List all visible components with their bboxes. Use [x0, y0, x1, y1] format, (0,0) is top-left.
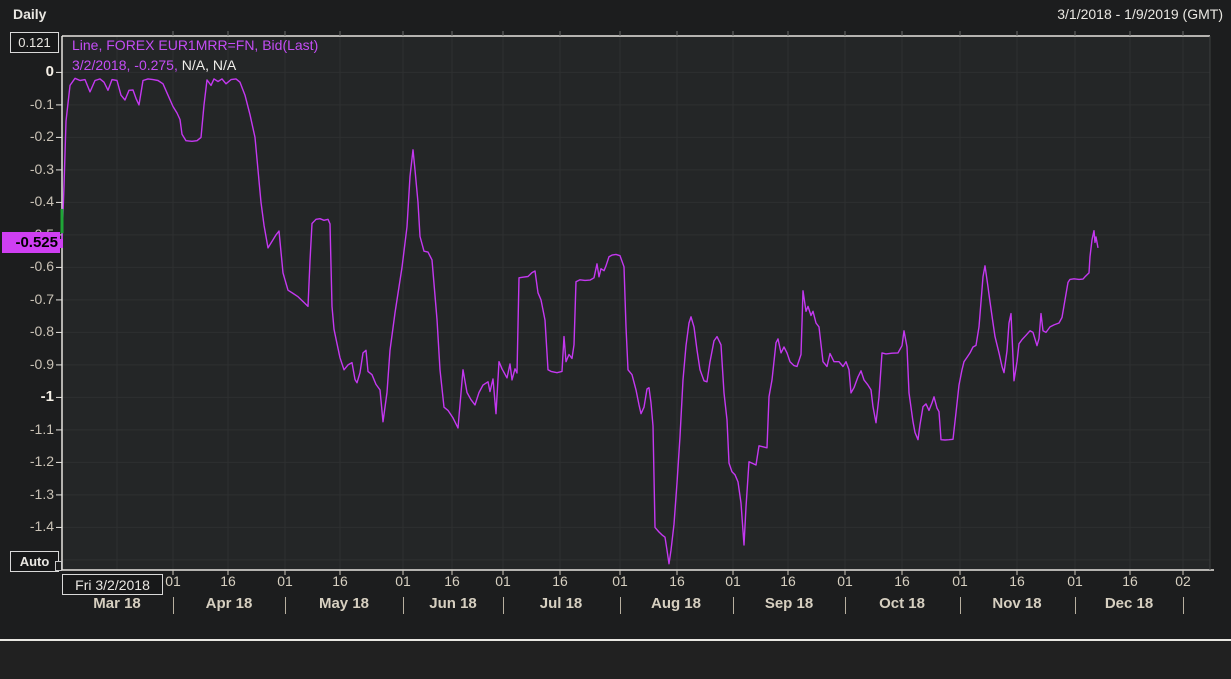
crosshair-na-values: N/A, N/A [181, 57, 237, 73]
auto-scale-button[interactable]: Auto [10, 551, 59, 572]
month-label: Aug 18 [650, 595, 701, 612]
month-separator [1075, 597, 1076, 614]
x-tick-label: 01 [1067, 573, 1083, 589]
x-tick-label: 16 [332, 573, 348, 589]
x-tick-label: 01 [277, 573, 293, 589]
y-axis-label: 0 [45, 63, 54, 81]
eikon-chart-window: Daily 3/1/2018 - 1/9/2019 (GMT) 0.121 Li… [0, 0, 1231, 679]
month-label: Mar 18 [93, 595, 141, 612]
y-axis-label: -0.2 [29, 128, 54, 145]
y-axis-label: -1.2 [29, 453, 54, 470]
top-axis-value-box: 0.121 [10, 32, 59, 53]
month-label: Sep 18 [764, 595, 814, 612]
x-tick-label: 01 [952, 573, 968, 589]
month-label: Jun 18 [429, 595, 477, 612]
y-axis-label: -1 [40, 388, 54, 406]
month-separator [173, 597, 174, 614]
month-separator [845, 597, 846, 614]
month-label: Oct 18 [879, 595, 925, 612]
month-separator [733, 597, 734, 614]
month-separator [403, 597, 404, 614]
month-separator [960, 597, 961, 614]
x-tick-label: 01 [165, 573, 181, 589]
month-label: May 18 [318, 595, 370, 612]
y-axis-label: -0.3 [29, 160, 54, 177]
last-value-box: -0.525 [2, 232, 60, 254]
x-tick-label: 01 [725, 573, 741, 589]
date-range-label: 3/1/2018 - 1/9/2019 (GMT) [1057, 6, 1223, 22]
month-separator [620, 597, 621, 614]
x-tick-label: 01 [612, 573, 628, 589]
y-axis-label: -0.6 [29, 258, 54, 275]
y-axis-label: -0.1 [29, 95, 54, 112]
y-axis-label: -1.4 [29, 518, 54, 535]
legend-crosshair-readout: 3/2/2018, -0.275, N/A, N/A [72, 57, 236, 73]
x-tick-label: 16 [1122, 573, 1138, 589]
month-separator [285, 597, 286, 614]
last-value-axis-tick [60, 239, 63, 249]
x-tick-label: 16 [444, 573, 460, 589]
interval-selector[interactable]: Daily [13, 6, 46, 22]
legend-series-label[interactable]: Line, FOREX EUR1MRR=FN, Bid(Last) [72, 37, 318, 53]
y-axis-label: -0.7 [29, 290, 54, 307]
x-tick-label: 16 [894, 573, 910, 589]
y-axis-label: -0.4 [29, 193, 54, 210]
x-tick-label: 01 [395, 573, 411, 589]
month-separator [1183, 597, 1184, 614]
axis-resize-handle[interactable] [55, 561, 62, 571]
x-tick-label: 16 [1009, 573, 1025, 589]
x-tick-label: 01 [495, 573, 511, 589]
x-tick-label: 16 [552, 573, 568, 589]
y-axis-label: -0.8 [29, 323, 54, 340]
start-date-box[interactable]: Fri 3/2/2018 [62, 574, 163, 595]
x-tick-label: 16 [220, 573, 236, 589]
x-tick-label: 01 [837, 573, 853, 589]
month-label: Apr 18 [205, 595, 253, 612]
month-label: Jul 18 [539, 595, 583, 612]
y-axis-label: -1.1 [29, 420, 54, 437]
plot-background [62, 36, 1210, 570]
month-label: Dec 18 [1104, 595, 1154, 612]
x-tick-label: 16 [780, 573, 796, 589]
y-axis-label: -0.9 [29, 355, 54, 372]
y-axis-label: -1.3 [29, 485, 54, 502]
month-separator [503, 597, 504, 614]
footer-bar: THOMSON REUTERS [0, 641, 1231, 679]
x-tick-label: 16 [669, 573, 685, 589]
x-tick-label: 02 [1175, 573, 1191, 589]
month-label: Nov 18 [992, 595, 1042, 612]
crosshair-values: 3/2/2018, -0.275, [72, 57, 182, 73]
